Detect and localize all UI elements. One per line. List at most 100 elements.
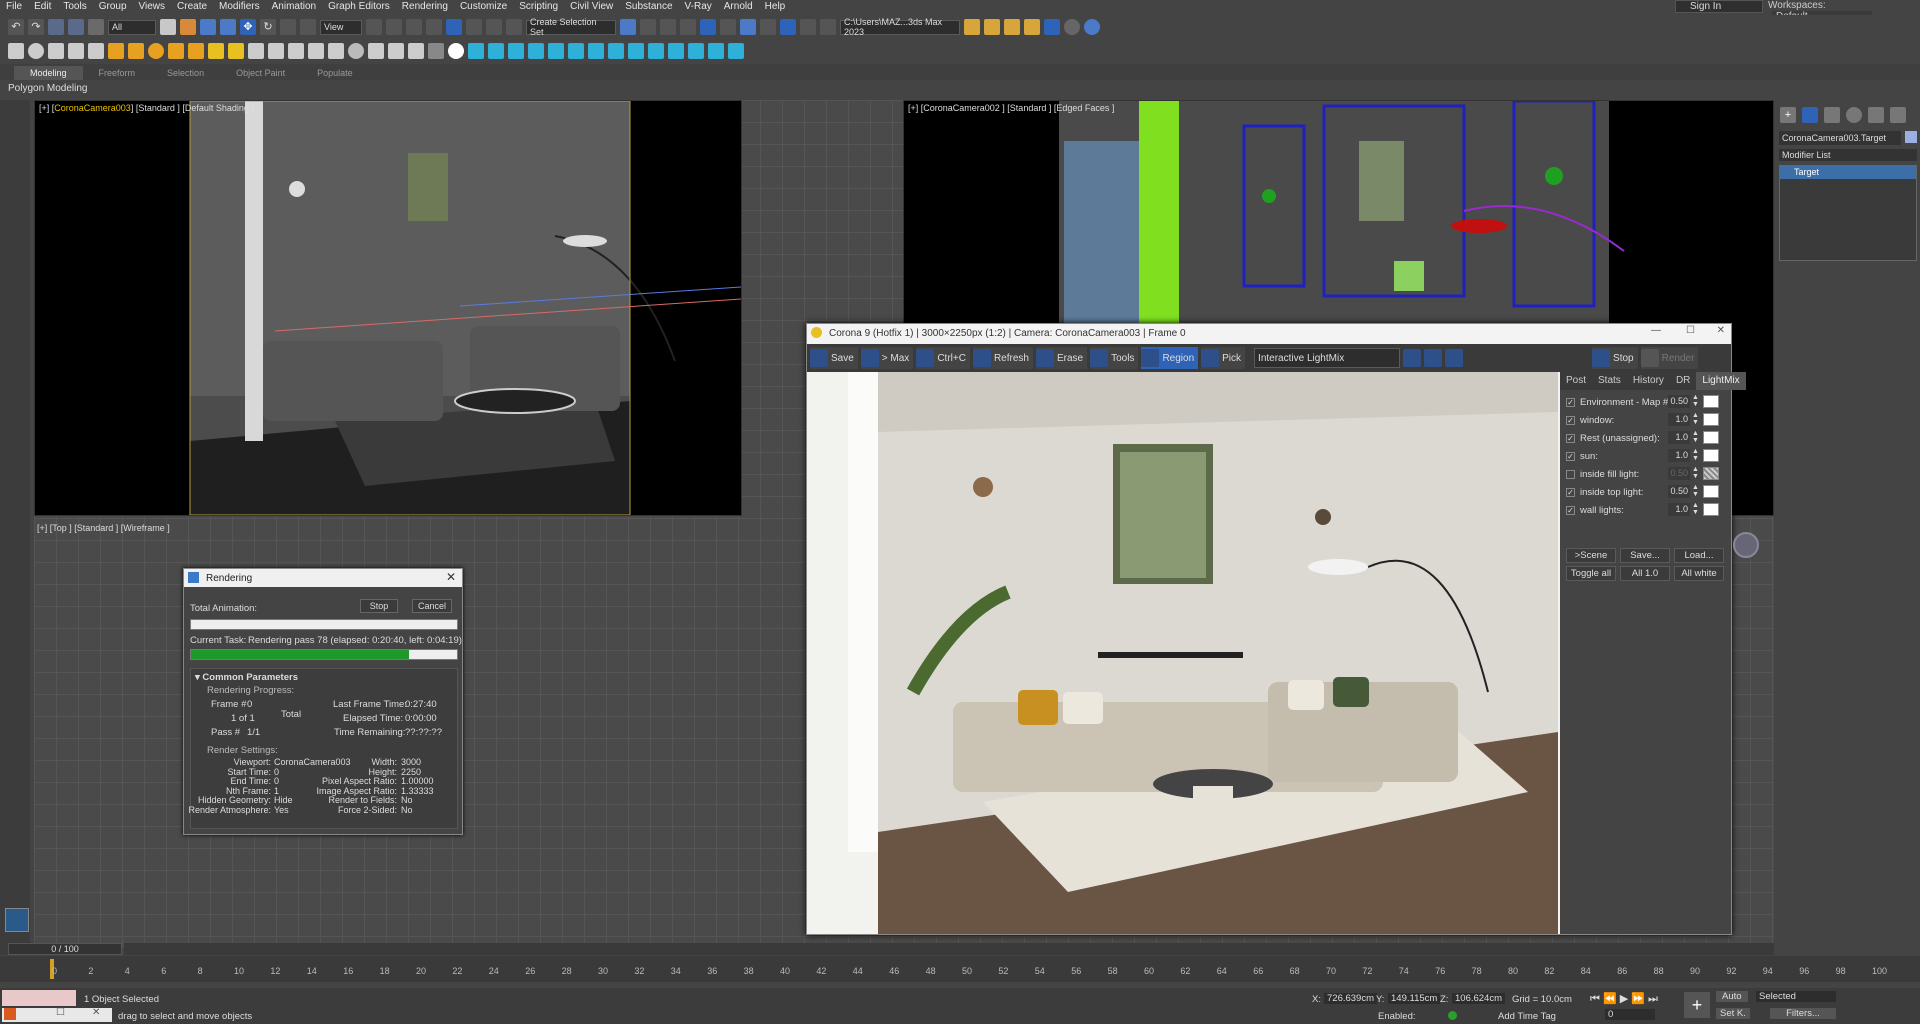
selection-filter-dropdown[interactable]: All [108,19,156,35]
menu-item-arnold[interactable]: Arnold [718,1,759,12]
spinner-icon[interactable]: ▲ ▼ [1692,394,1699,408]
placement-icon[interactable] [300,19,316,35]
lightmix-color-swatch[interactable] [1703,467,1719,480]
ribbon-tab-modeling[interactable]: Modeling [14,66,83,80]
object-color-swatch[interactable] [1905,131,1917,143]
arnold-icon[interactable] [1064,19,1080,35]
menu-item-scripting[interactable]: Scripting [513,1,564,12]
toggle-layer-explorer-icon[interactable] [680,19,696,35]
save-button[interactable]: Save [810,347,858,369]
lightmix-color-swatch[interactable] [1703,395,1719,408]
menu-item-v-ray[interactable]: V-Ray [679,1,718,12]
dome-light-icon[interactable] [128,43,144,59]
scene-button[interactable]: >Scene [1566,548,1616,563]
region-button[interactable]: Region [1141,347,1199,369]
asset-icon[interactable] [88,43,104,59]
render-button[interactable]: Render [1640,347,1699,369]
curve-editor-icon[interactable] [720,19,736,35]
lightmix-value-field[interactable]: 1.0 [1668,449,1690,462]
corona-sky-icon[interactable] [528,43,544,59]
material-icon[interactable] [368,43,384,59]
spinner-icon[interactable]: ▲ ▼ [1692,412,1699,426]
lightmix-value-field[interactable]: 0.50 [1668,485,1690,498]
viewport-navigation-icon[interactable] [1733,532,1759,558]
link-icon[interactable] [48,19,64,35]
close-icon[interactable]: ✕ [1717,325,1725,336]
scatter-icon[interactable] [328,43,344,59]
lightmix-value-field[interactable]: 1.0 [1668,413,1690,426]
ambient-light-icon[interactable] [188,43,204,59]
lightmix-checkbox[interactable]: ✓ [1566,505,1575,515]
auto-key-button[interactable]: Auto [1716,991,1748,1002]
ribbon-tab-object-paint[interactable]: Object Paint [220,66,301,80]
menu-item-animation[interactable]: Animation [266,1,322,12]
key-filter-dropdown[interactable]: Selected [1756,991,1836,1002]
select-object-icon[interactable] [160,19,176,35]
z-coordinate-field[interactable]: 106.624cm [1452,993,1506,1004]
percent-snap-icon[interactable] [466,19,482,35]
lightmix-color-swatch[interactable] [1703,503,1719,516]
menu-item-create[interactable]: Create [171,1,213,12]
corona-camera-icon[interactable] [548,43,564,59]
pick-button[interactable]: Pick [1201,347,1246,369]
modifier-list-dropdown[interactable]: Modifier List [1779,149,1917,161]
menu-item-edit[interactable]: Edit [28,1,57,12]
menu-item-modifiers[interactable]: Modifiers [213,1,266,12]
vray-light-icon[interactable] [108,43,124,59]
proxy-icon[interactable] [248,43,264,59]
vray-render-icon[interactable] [1084,19,1100,35]
menu-item-tools[interactable]: Tools [57,1,92,12]
spinner-icon[interactable]: ▲ ▼ [1692,430,1699,444]
lightmix-value-field[interactable]: 0.50 [1668,467,1690,480]
menu-item-customize[interactable]: Customize [454,1,513,12]
send-to-max-button[interactable]: > Max [860,347,914,369]
sphere-light-icon[interactable] [148,43,164,59]
toggle-all-button[interactable]: Toggle all [1566,566,1616,581]
lightmix-value-field[interactable]: 0.50 [1668,395,1690,408]
reference-coordinate-dropdown[interactable]: View [320,19,362,35]
corona-fur-icon[interactable] [648,43,664,59]
cancel-button[interactable]: Cancel [412,599,452,613]
menu-item-views[interactable]: Views [133,1,172,12]
menu-item-civil-view[interactable]: Civil View [564,1,619,12]
window-crossing-icon[interactable] [220,19,236,35]
key-mode-icon[interactable]: + [1684,992,1710,1018]
maximize-icon[interactable]: ☐ [1686,325,1695,336]
render-icon[interactable] [28,43,44,59]
ies-light-icon[interactable] [168,43,184,59]
spinner-snap-icon[interactable] [486,19,502,35]
vfb-icon[interactable] [48,43,64,59]
decal-icon[interactable] [408,43,424,59]
display-tab-icon[interactable] [1868,107,1884,123]
motion-tab-icon[interactable] [1846,107,1862,123]
fur-icon[interactable] [268,43,284,59]
time-slider[interactable]: 0 / 100 [8,943,122,955]
lightmix-checkbox[interactable]: ✓ [1566,415,1575,425]
viewport-camera003[interactable]: [+] [CoronaCamera003] [Standard ] [Defau… [34,100,742,516]
modify-tab-icon[interactable] [1802,107,1818,123]
lister-icon[interactable] [68,43,84,59]
angle-snap-icon[interactable] [446,19,462,35]
redo-icon[interactable]: ↷ [28,19,44,35]
sun-icon[interactable] [208,43,224,59]
sign-in-dropdown[interactable]: Sign In [1675,0,1763,13]
zoom-fit-icon[interactable] [1445,349,1464,367]
tab-post[interactable]: Post [1560,372,1592,390]
spinner-icon[interactable]: ▲ ▼ [1692,448,1699,462]
lightmix-checkbox[interactable]: ✓ [1566,397,1575,407]
erase-button[interactable]: Erase [1035,347,1088,369]
corona-light-icon[interactable] [468,43,484,59]
zoom-in-icon[interactable] [1403,349,1422,367]
save-folder-icon[interactable] [1004,19,1020,35]
toggle-ribbon-icon[interactable] [700,19,716,35]
project-path-dropdown[interactable]: C:\Users\MAZ...3ds Max 2023 [840,17,960,37]
material-editor-icon[interactable] [760,19,776,35]
ribbon-tab-selection[interactable]: Selection [151,66,220,80]
edit-mesh-icon[interactable] [428,43,444,59]
toggle-scene-explorer-icon[interactable] [660,19,676,35]
time-slider-track[interactable] [124,943,1774,955]
lightmix-mode-dropdown[interactable]: Interactive LightMix [1254,348,1401,368]
lightmix-checkbox[interactable]: ✓ [1566,487,1575,497]
mirror-icon[interactable] [620,19,636,35]
align-icon[interactable] [640,19,656,35]
